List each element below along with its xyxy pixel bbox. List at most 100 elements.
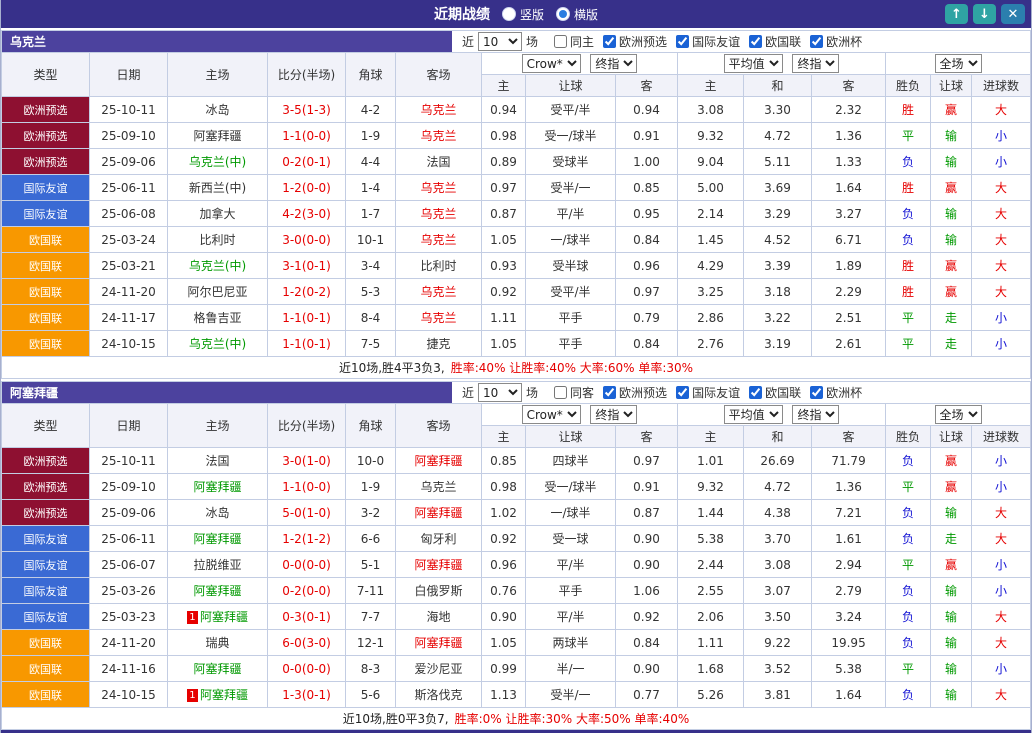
away-team-name: 阿塞拜疆 [414, 454, 462, 468]
scope-select[interactable]: 全场 [935, 54, 982, 73]
home-team-cell: 乌克兰(中) [168, 149, 268, 175]
away-team-name: 乌克兰 [420, 480, 456, 494]
summary-record: 近10场,胜4平3负3, [339, 359, 445, 376]
col-header-away: 客场 [396, 53, 482, 97]
home-team-name: 瑞典 [205, 636, 229, 650]
corners-cell: 6-6 [346, 526, 396, 552]
euro-draw-odds-cell: 4.72 [744, 474, 812, 500]
goals-result-cell: 小 [972, 331, 1031, 357]
date-cell: 25-03-21 [90, 253, 168, 279]
euro-draw-odds-cell: 3.29 [744, 201, 812, 227]
euro-away-odds-cell: 1.89 [812, 253, 886, 279]
layout-vertical-option[interactable]: 竖版 [502, 6, 544, 23]
same-venue-label: 同主 [570, 33, 594, 50]
asian-stage-select[interactable]: 终指 [590, 405, 637, 424]
score-cell: 1-2(0-2) [268, 279, 346, 305]
euro-away-odds-cell: 2.61 [812, 331, 886, 357]
league-filter-euro-cup[interactable]: 欧洲杯 [810, 33, 862, 50]
same-venue-filter[interactable]: 同客 [554, 384, 594, 401]
corners-cell: 1-7 [346, 201, 396, 227]
league-checkbox[interactable] [810, 386, 823, 399]
league-filter-euro-qualifier[interactable]: 欧洲预选 [603, 33, 667, 50]
euro-average-select[interactable]: 平均值 [724, 405, 783, 424]
goals-result-cell: 大 [972, 526, 1031, 552]
asian-away-odds-cell: 0.84 [616, 331, 678, 357]
euro-home-odds-cell: 5.26 [678, 682, 744, 708]
home-team-name: 比利时 [199, 233, 235, 247]
recent-count-select[interactable]: 10 [478, 32, 522, 51]
scope-select[interactable]: 全场 [935, 405, 982, 424]
asian-handicap-cell: 受半/一 [526, 175, 616, 201]
match-row: 欧国联24-10-151阿塞拜疆1-3(0-1)5-6斯洛伐克1.13受半/一0… [2, 682, 1031, 708]
league-checkbox[interactable] [749, 35, 762, 48]
euro-draw-odds-cell: 4.72 [744, 123, 812, 149]
league-cell: 欧国联 [2, 656, 90, 682]
euro-odds-selectors: 平均值 终指 [678, 53, 886, 75]
league-filter-euro-cup[interactable]: 欧洲杯 [810, 384, 862, 401]
date-cell: 25-10-11 [90, 97, 168, 123]
league-filter-nations-league[interactable]: 欧国联 [749, 33, 801, 50]
league-filter-friendly[interactable]: 国际友谊 [676, 33, 740, 50]
league-cell: 欧国联 [2, 227, 90, 253]
recent-count-select[interactable]: 10 [478, 383, 522, 402]
euro-away-odds-cell: 2.29 [812, 279, 886, 305]
col-header-euro-away: 客 [812, 426, 886, 448]
away-team-cell: 白俄罗斯 [396, 578, 482, 604]
wdl-cell: 负 [886, 630, 931, 656]
window-buttons: ↑ ↓ ✕ [945, 4, 1031, 24]
same-venue-filter[interactable]: 同主 [554, 33, 594, 50]
league-filter-euro-qualifier[interactable]: 欧洲预选 [603, 384, 667, 401]
asian-handicap-cell: 平手 [526, 305, 616, 331]
close-icon: ✕ [1008, 7, 1019, 22]
col-header-asian-home: 主 [482, 426, 526, 448]
league-checkbox[interactable] [810, 35, 823, 48]
radio-unselected-icon[interactable] [502, 7, 516, 21]
goals-result-cell: 小 [972, 578, 1031, 604]
same-venue-checkbox[interactable] [554, 35, 567, 48]
asian-stage-select[interactable]: 终指 [590, 54, 637, 73]
close-button[interactable]: ✕ [1001, 4, 1025, 24]
radio-selected-icon[interactable] [556, 7, 570, 21]
score-cell: 0-0(0-0) [268, 656, 346, 682]
euro-draw-odds-cell: 3.07 [744, 578, 812, 604]
home-team-cell: 拉脱维亚 [168, 552, 268, 578]
asian-away-odds-cell: 0.77 [616, 682, 678, 708]
bookmaker-select[interactable]: Crow* [522, 54, 581, 73]
euro-average-select[interactable]: 平均值 [724, 54, 783, 73]
home-team-cell: 格鲁吉亚 [168, 305, 268, 331]
match-row: 欧洲预选25-10-11法国3-0(1-0)10-0阿塞拜疆0.85四球半0.9… [2, 448, 1031, 474]
move-down-button[interactable]: ↓ [973, 4, 996, 24]
home-team-name: 拉脱维亚 [193, 558, 241, 572]
league-filter-nations-league[interactable]: 欧国联 [749, 384, 801, 401]
euro-away-odds-cell: 1.64 [812, 682, 886, 708]
euro-away-odds-cell: 2.51 [812, 305, 886, 331]
layout-horizontal-option[interactable]: 横版 [556, 6, 598, 23]
asian-handicap-cell: 半/一 [526, 656, 616, 682]
league-checkbox[interactable] [749, 386, 762, 399]
corners-cell: 4-2 [346, 97, 396, 123]
euro-home-odds-cell: 3.25 [678, 279, 744, 305]
same-venue-checkbox[interactable] [554, 386, 567, 399]
euro-home-odds-cell: 2.14 [678, 201, 744, 227]
league-checkbox[interactable] [676, 35, 689, 48]
home-team-cell: 加拿大 [168, 201, 268, 227]
handicap-result-cell: 走 [931, 526, 972, 552]
move-up-button[interactable]: ↑ [945, 4, 968, 24]
corners-cell: 3-4 [346, 253, 396, 279]
euro-stage-select[interactable]: 终指 [792, 405, 839, 424]
league-checkbox[interactable] [603, 35, 616, 48]
bookmaker-select[interactable]: Crow* [522, 405, 581, 424]
league-checkbox[interactable] [676, 386, 689, 399]
asian-home-odds-cell: 0.97 [482, 175, 526, 201]
home-team-name: 阿塞拜疆 [193, 532, 241, 546]
euro-draw-odds-cell: 4.38 [744, 500, 812, 526]
league-cell: 欧洲预选 [2, 474, 90, 500]
euro-stage-select[interactable]: 终指 [792, 54, 839, 73]
home-team-cell: 乌克兰(中) [168, 331, 268, 357]
away-team-cell: 捷克 [396, 331, 482, 357]
euro-away-odds-cell: 7.21 [812, 500, 886, 526]
league-filter-friendly[interactable]: 国际友谊 [676, 384, 740, 401]
asian-handicap-cell: 平/半 [526, 201, 616, 227]
score-cell: 0-0(0-0) [268, 552, 346, 578]
league-checkbox[interactable] [603, 386, 616, 399]
